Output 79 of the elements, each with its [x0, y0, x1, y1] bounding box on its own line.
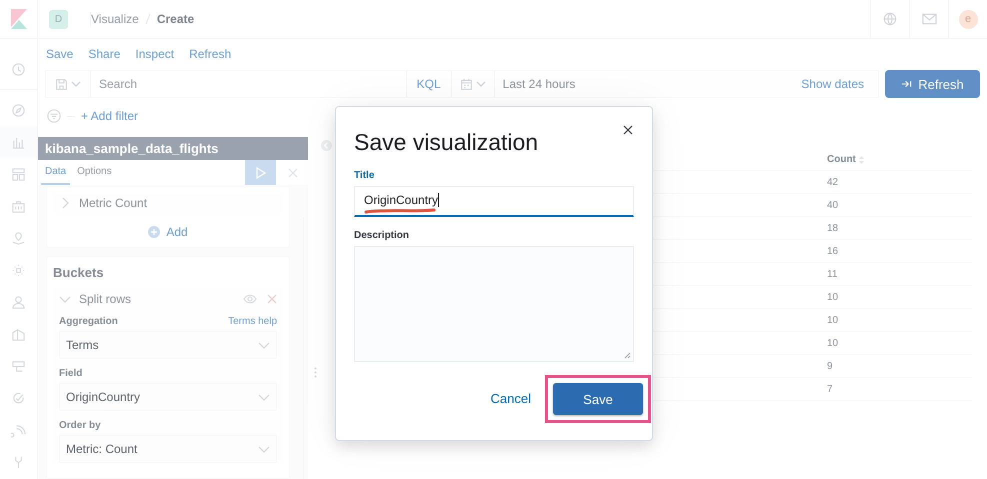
- select-field[interactable]: Terms: [59, 331, 277, 359]
- dialog-title: Save visualization: [354, 129, 538, 156]
- field-label: Order by: [59, 420, 101, 431]
- help-link[interactable]: Terms help: [228, 316, 277, 327]
- monitor-icon[interactable]: [11, 358, 26, 374]
- play-icon: [256, 166, 266, 178]
- briefcase-icon[interactable]: [11, 198, 26, 214]
- caret-icon: [258, 446, 270, 452]
- sort-icon[interactable]: [858, 156, 864, 164]
- dashboard-icon[interactable]: [11, 166, 26, 182]
- table-cell: 11: [827, 268, 838, 280]
- space-avatar[interactable]: D: [49, 10, 68, 28]
- breadcrumb: Create: [156, 12, 194, 26]
- compass-icon[interactable]: [11, 102, 26, 118]
- chevron-icon[interactable]: [59, 295, 71, 303]
- table-cell: 7: [827, 384, 833, 394]
- query-bar[interactable]: Search KQL Last 24 hours Show dates: [45, 70, 879, 98]
- editor-tab[interactable]: Options: [73, 160, 116, 185]
- field-label: Title: [354, 170, 376, 181]
- calendar-icon: [460, 78, 473, 90]
- time-range[interactable]: Last 24 hours: [494, 77, 802, 91]
- resize-grip-icon[interactable]: [624, 352, 631, 359]
- user-avatar[interactable]: e: [958, 10, 978, 28]
- breadcrumb-separator-icon: [144, 13, 151, 25]
- title-input-field[interactable]: OriginCountry: [354, 186, 634, 217]
- caret-icon: [258, 394, 270, 400]
- drag-handle-icon[interactable]: [314, 367, 317, 378]
- date-picker-button[interactable]: [450, 71, 495, 97]
- caret-icon: [258, 342, 270, 348]
- menu-link[interactable]: Refresh: [189, 47, 232, 61]
- user-icon[interactable]: [11, 294, 26, 310]
- table-cell: 10: [827, 338, 838, 348]
- select-field[interactable]: OriginCountry: [59, 383, 277, 411]
- add-button[interactable]: Add: [148, 225, 188, 239]
- refresh-button[interactable]: Refresh: [885, 70, 980, 98]
- eye-icon[interactable]: [243, 294, 257, 304]
- bucket-label: Split rows: [79, 292, 132, 306]
- show-dates-link[interactable]: Show dates: [801, 77, 878, 91]
- collapse-icon[interactable]: [321, 140, 332, 151]
- table-cell: 16: [827, 246, 838, 256]
- menu-link[interactable]: Save: [46, 47, 74, 61]
- map-pin-icon[interactable]: [11, 230, 26, 246]
- table-cell: 40: [827, 200, 838, 210]
- table-cell: 9: [827, 360, 833, 372]
- chevron-icon: [61, 197, 69, 209]
- apply-button[interactable]: [245, 160, 276, 185]
- menu-link[interactable]: Share: [88, 47, 120, 61]
- select-field[interactable]: Metric: Count: [59, 435, 277, 463]
- index-pattern-title: kibana_sample_data_flights: [45, 141, 218, 156]
- description-field[interactable]: [354, 246, 634, 362]
- metric-label: Metric Count: [79, 196, 148, 210]
- field-label: Aggregation: [59, 316, 118, 327]
- close-icon[interactable]: [623, 125, 633, 135]
- table-cell: 10: [827, 314, 838, 326]
- section-title: Buckets: [53, 265, 105, 280]
- field-label: Field: [59, 368, 82, 379]
- cancel-link[interactable]: Cancel: [490, 391, 531, 406]
- underline-mark: [364, 208, 436, 214]
- menu-link[interactable]: Inspect: [135, 47, 174, 61]
- clock-icon[interactable]: [11, 62, 26, 76]
- save-button[interactable]: Save: [553, 383, 643, 415]
- filter-icon[interactable]: [47, 109, 61, 123]
- refresh-icon: [901, 80, 912, 88]
- plus-circle-icon: [148, 226, 160, 238]
- table-cell: 42: [827, 176, 838, 188]
- caret-icon: [476, 81, 486, 87]
- globe-icon[interactable]: [883, 12, 897, 26]
- delete-icon[interactable]: [267, 294, 277, 304]
- caret-icon: [71, 81, 81, 87]
- breadcrumb[interactable]: Visualize: [90, 12, 139, 26]
- logo-icon[interactable]: [10, 9, 26, 29]
- field-label: Description: [354, 230, 410, 241]
- language-button[interactable]: KQL: [406, 71, 451, 97]
- signal-icon[interactable]: [11, 422, 26, 438]
- column-header[interactable]: Count: [827, 154, 856, 165]
- add-filter-link[interactable]: + Add filter: [81, 109, 138, 123]
- table-cell: 18: [827, 222, 838, 234]
- mail-icon[interactable]: [922, 13, 936, 25]
- table-cell: 10: [827, 292, 838, 302]
